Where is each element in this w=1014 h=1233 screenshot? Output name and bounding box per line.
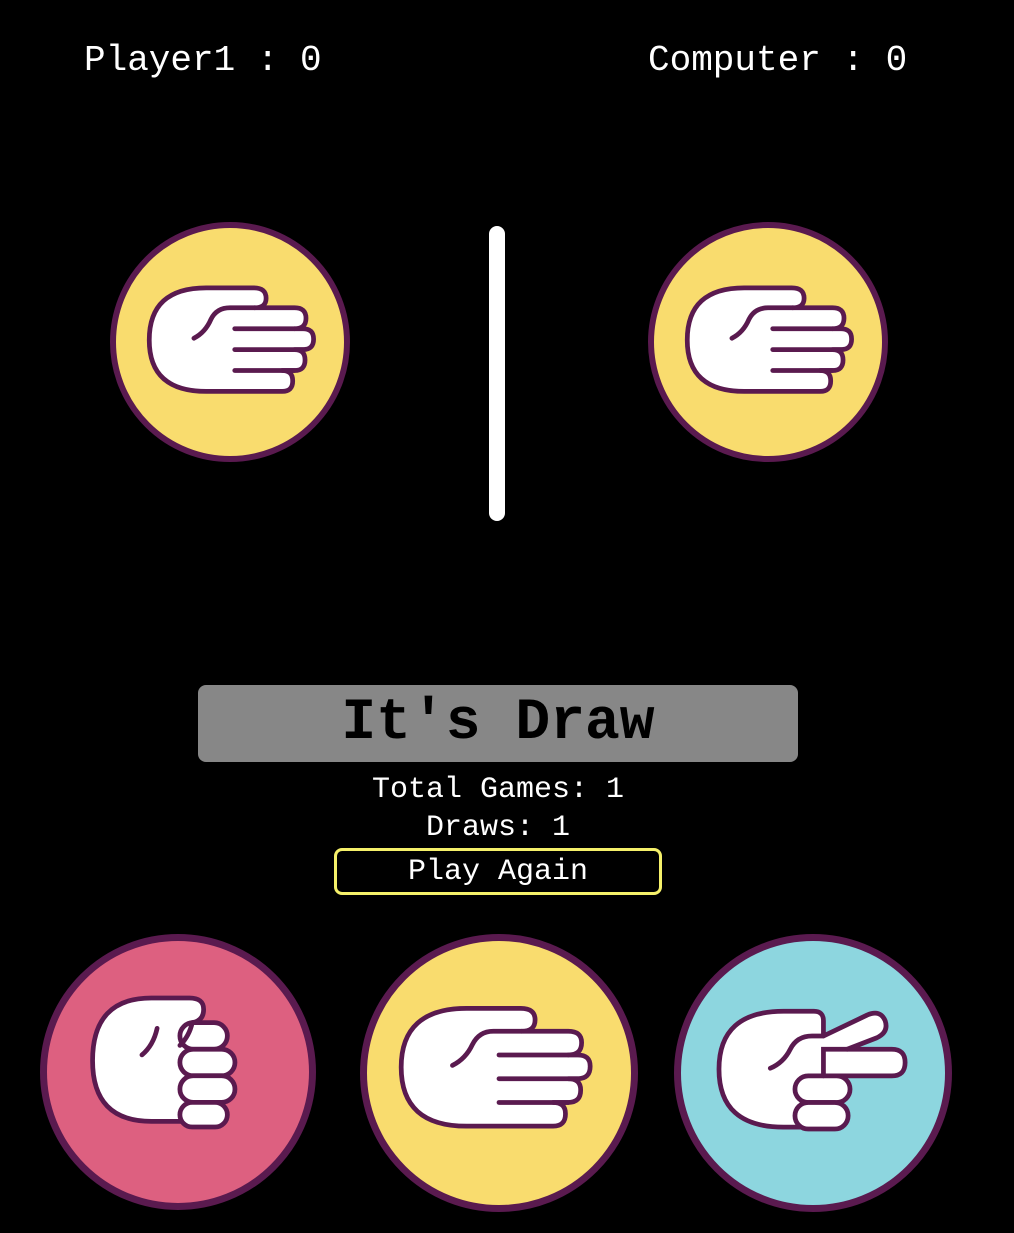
rock-hand-icon [90, 995, 238, 1130]
draws-count: Draws: 1 [425, 811, 571, 845]
scissors-hand-icon [716, 1008, 908, 1132]
computer-score: Computer : 0 [648, 40, 908, 81]
paper-hand-icon [398, 1006, 593, 1129]
paper-hand-icon [684, 285, 854, 394]
player-score: Player1 : 0 [84, 40, 322, 81]
vs-divider [489, 226, 505, 521]
paper-hand-icon [146, 285, 316, 394]
paper-choice-button[interactable] [360, 934, 638, 1212]
scissors-choice-button[interactable] [674, 934, 952, 1212]
player-choice-display [110, 222, 350, 462]
result-banner: It's Draw [198, 685, 798, 762]
total-games-count: Total Games: 1 [371, 773, 625, 807]
play-again-button[interactable]: Play Again [334, 848, 662, 895]
rock-choice-button[interactable] [40, 934, 316, 1210]
computer-choice-display [648, 222, 888, 462]
